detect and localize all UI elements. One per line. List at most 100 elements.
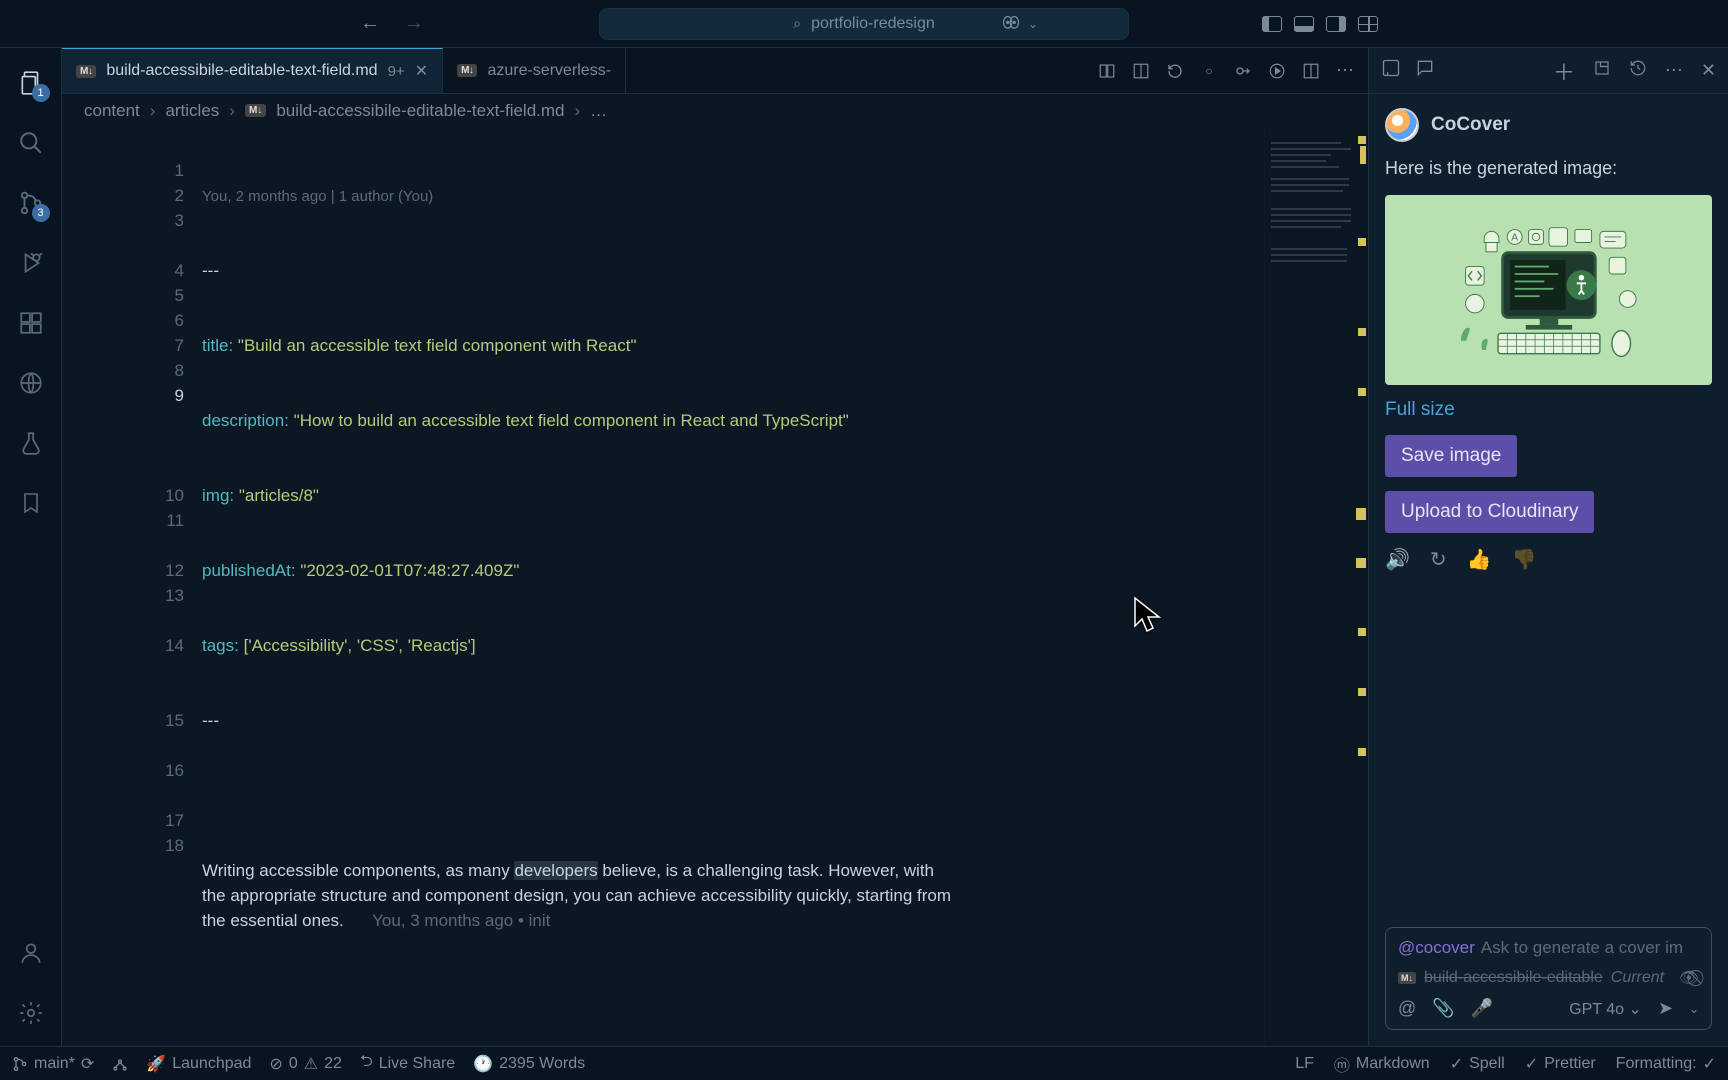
commit-icon[interactable]: ○ [1200, 62, 1218, 80]
editor-group: M↓ build-accessibile-editable-text-field… [62, 48, 1368, 1046]
toggle-primary-sidebar-icon[interactable] [1262, 16, 1282, 32]
status-launchpad[interactable]: 🚀 Launchpad [146, 1054, 251, 1074]
compare-changes-icon[interactable] [1098, 62, 1116, 80]
editor-content[interactable]: You, 2 months ago | 1 author (You) --- t… [202, 128, 1264, 1046]
explorer-icon[interactable]: 1 [16, 68, 46, 98]
full-size-link[interactable]: Full size [1385, 399, 1712, 421]
send-icon[interactable]: ➤ [1658, 998, 1673, 1019]
status-liveshare[interactable]: ⮌ Live Share [360, 1050, 455, 1077]
tab-build-accessible[interactable]: M↓ build-accessibile-editable-text-field… [62, 48, 443, 93]
chevron-right-icon: › [150, 101, 156, 121]
search-icon: ⌕ [793, 15, 801, 32]
breadcrumbs[interactable]: content › articles › M↓ build-accessibil… [62, 94, 1368, 128]
status-prettier[interactable]: ✓ Prettier [1525, 1054, 1596, 1074]
chat-placeholder: Ask to generate a cover im [1481, 938, 1683, 958]
chat-agent-name: CoCover [1431, 114, 1510, 136]
status-formatting[interactable]: Formatting: ✓ [1616, 1054, 1716, 1074]
more-icon[interactable]: ⋯ [1665, 60, 1683, 81]
settings-gear-icon[interactable] [16, 998, 46, 1028]
status-language[interactable]: ⓜ Markdown [1334, 1052, 1430, 1076]
markdown-icon: M↓ [76, 65, 96, 78]
chevron-right-icon: › [229, 101, 235, 121]
breadcrumb-segment[interactable]: … [590, 101, 607, 121]
toggle-panel-icon[interactable] [1294, 16, 1314, 32]
status-problems[interactable]: ⊘0 ⚠22 [269, 1054, 341, 1074]
tab-label: build-accessibile-editable-text-field.md [106, 62, 377, 80]
markdown-icon: M↓ [245, 104, 266, 117]
status-branch[interactable]: main* ⟳ [12, 1054, 94, 1074]
chat-input[interactable]: @cocover Ask to generate a cover im M↓ b… [1385, 927, 1712, 1030]
at-mention-icon[interactable]: @ [1398, 998, 1416, 1019]
gitlens-blame: You, 2 months ago | 1 author (You) [202, 184, 1264, 208]
open-preview-icon[interactable] [1132, 62, 1150, 80]
extensions-icon[interactable] [16, 308, 46, 338]
source-control-icon[interactable]: 3 [16, 188, 46, 218]
eye-off-icon[interactable]: 👁︎⃠ [1679, 968, 1699, 988]
status-bar: main* ⟳ 🚀 Launchpad ⊘0 ⚠22 ⮌ Live Share … [0, 1046, 1728, 1080]
status-graph[interactable] [112, 1056, 128, 1072]
split-editor-icon[interactable] [1302, 62, 1320, 80]
thumbs-down-icon[interactable]: 👎 [1512, 547, 1537, 572]
inline-blame: You, 3 months ago • init [372, 911, 550, 930]
breadcrumb-segment[interactable]: articles [165, 101, 219, 121]
minimap[interactable] [1264, 128, 1368, 1046]
title-bar: ← → ⌕ portfolio-redesign ⌄ [0, 0, 1728, 48]
history-icon[interactable] [1629, 59, 1647, 82]
toggle-secondary-sidebar-icon[interactable] [1326, 16, 1346, 32]
status-wordcount[interactable]: 🕐 2395 Words [473, 1054, 585, 1074]
bookmark-icon[interactable] [16, 488, 46, 518]
speaker-icon[interactable]: 🔊 [1385, 547, 1410, 572]
chat-mention: @cocover [1398, 938, 1475, 958]
mic-icon[interactable]: 🎤 [1471, 998, 1493, 1019]
chevron-right-icon: › [575, 101, 581, 121]
scm-badge: 3 [32, 204, 50, 222]
testing-icon[interactable] [16, 428, 46, 458]
send-menu-icon[interactable]: ⌄ [1689, 1002, 1699, 1016]
generated-image: A [1385, 195, 1712, 385]
workspace-name: portfolio-redesign [811, 15, 935, 33]
close-panel-icon[interactable]: ✕ [1701, 60, 1716, 81]
chat-thread-icon[interactable] [1415, 58, 1435, 83]
thumbs-up-icon[interactable]: 👍 [1467, 547, 1492, 572]
clock-icon: 🕐 [473, 1054, 493, 1074]
chat-tab-icon[interactable] [1381, 58, 1401, 83]
close-icon[interactable]: ✕ [415, 61, 428, 81]
rocket-icon: 🚀 [146, 1054, 166, 1074]
search-icon[interactable] [16, 128, 46, 158]
model-selector[interactable]: GPT 4o ⌄ [1569, 999, 1642, 1019]
run-debug-icon[interactable] [16, 248, 46, 278]
more-icon[interactable]: ⋯ [1336, 62, 1354, 80]
attach-icon[interactable]: 📎 [1432, 998, 1454, 1019]
chat-avatar [1385, 108, 1419, 142]
retry-icon[interactable]: ↻ [1430, 547, 1447, 572]
status-spell[interactable]: ✓ Spell [1450, 1054, 1505, 1074]
sync-icon[interactable]: ⟳ [81, 1054, 94, 1074]
breadcrumb-segment[interactable]: build-accessibile-editable-text-field.md [276, 101, 564, 121]
check-icon: ✓ [1450, 1054, 1463, 1074]
liveshare-icon: ⮌ [360, 1050, 373, 1077]
context-file[interactable]: build-accessibile-editable [1424, 969, 1603, 987]
status-eol[interactable]: LF [1295, 1055, 1314, 1073]
breadcrumb-segment[interactable]: content [84, 101, 140, 121]
nav-forward-icon[interactable]: → [404, 12, 424, 35]
copilot-menu[interactable]: ⌄ [1000, 14, 1038, 34]
nav-back-icon[interactable]: ← [360, 12, 380, 35]
revert-icon[interactable] [1166, 62, 1184, 80]
customize-layout-icon[interactable] [1358, 16, 1378, 32]
editor-tabs: M↓ build-accessibile-editable-text-field… [62, 48, 1368, 94]
warning-icon: ⚠ [304, 1054, 318, 1074]
tab-azure-serverless[interactable]: M↓ azure-serverless- [443, 48, 626, 93]
tab-label: azure-serverless- [487, 62, 611, 80]
account-icon[interactable] [16, 938, 46, 968]
check-icon: ✓ [1525, 1054, 1538, 1074]
remote-icon[interactable] [16, 368, 46, 398]
save-image-button[interactable]: Save image [1385, 435, 1517, 477]
run-icon[interactable] [1268, 62, 1286, 80]
upload-cloudinary-button[interactable]: Upload to Cloudinary [1385, 491, 1594, 533]
open-window-icon[interactable] [1593, 59, 1611, 82]
new-chat-icon[interactable]: ＋ [1553, 55, 1575, 87]
check-icon: ✓ [1703, 1054, 1716, 1074]
commit-next-icon[interactable] [1234, 62, 1252, 80]
command-center[interactable]: ⌕ portfolio-redesign [599, 8, 1129, 40]
line-number-gutter: 1 2 3 4 5 6 7 8 9 10 11 12 13 14 15 16 1… [62, 128, 202, 1046]
